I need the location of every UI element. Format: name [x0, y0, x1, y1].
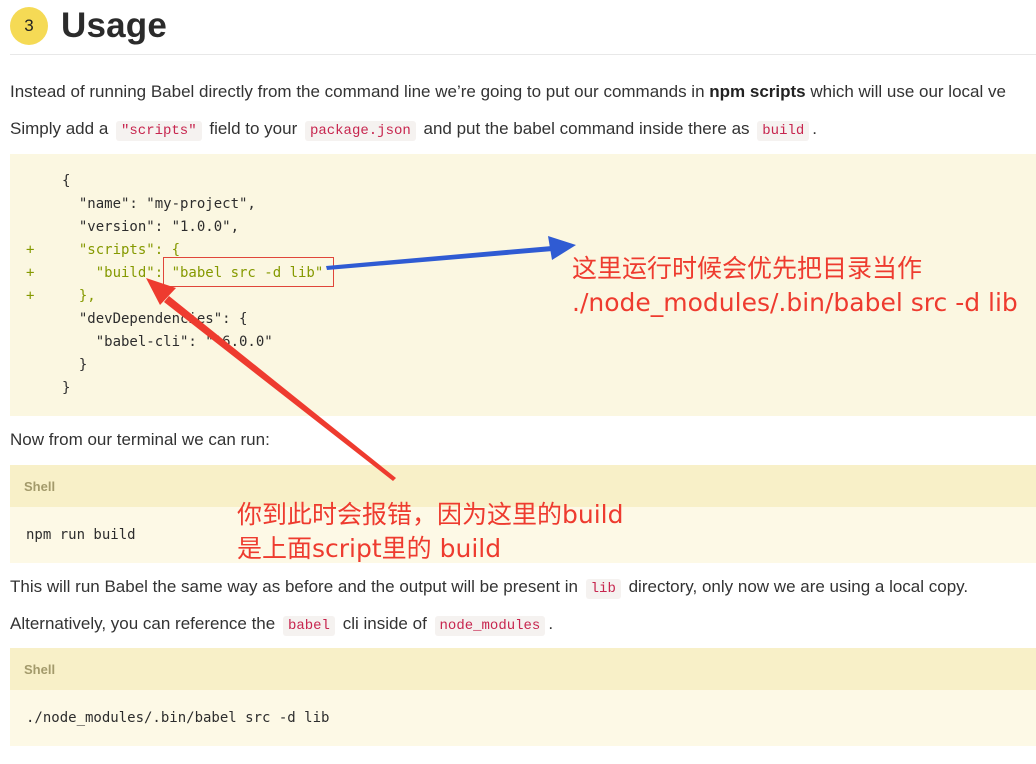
annotation-right-line-2: ./node_modules/.bin/babel src -d lib: [572, 288, 1018, 317]
blue-arrow-shaft: [326, 246, 553, 270]
annotation-bottom-line-2: 是上面script里的 build: [237, 534, 502, 563]
red-arrow-shaft: [164, 296, 396, 481]
annotation-right-line-1: 这里运行时候会优先把目录当作: [572, 254, 923, 283]
annotation-bottom-line-1: 你到此时会报错，因为这里的build: [237, 500, 624, 529]
annotation-arrows: [146, 236, 576, 481]
annotation-right: 这里运行时候会优先把目录当作 ./node_modules/.bin/babel…: [572, 252, 1018, 320]
annotation-bottom: 你到此时会报错，因为这里的build 是上面script里的 build: [237, 498, 623, 566]
